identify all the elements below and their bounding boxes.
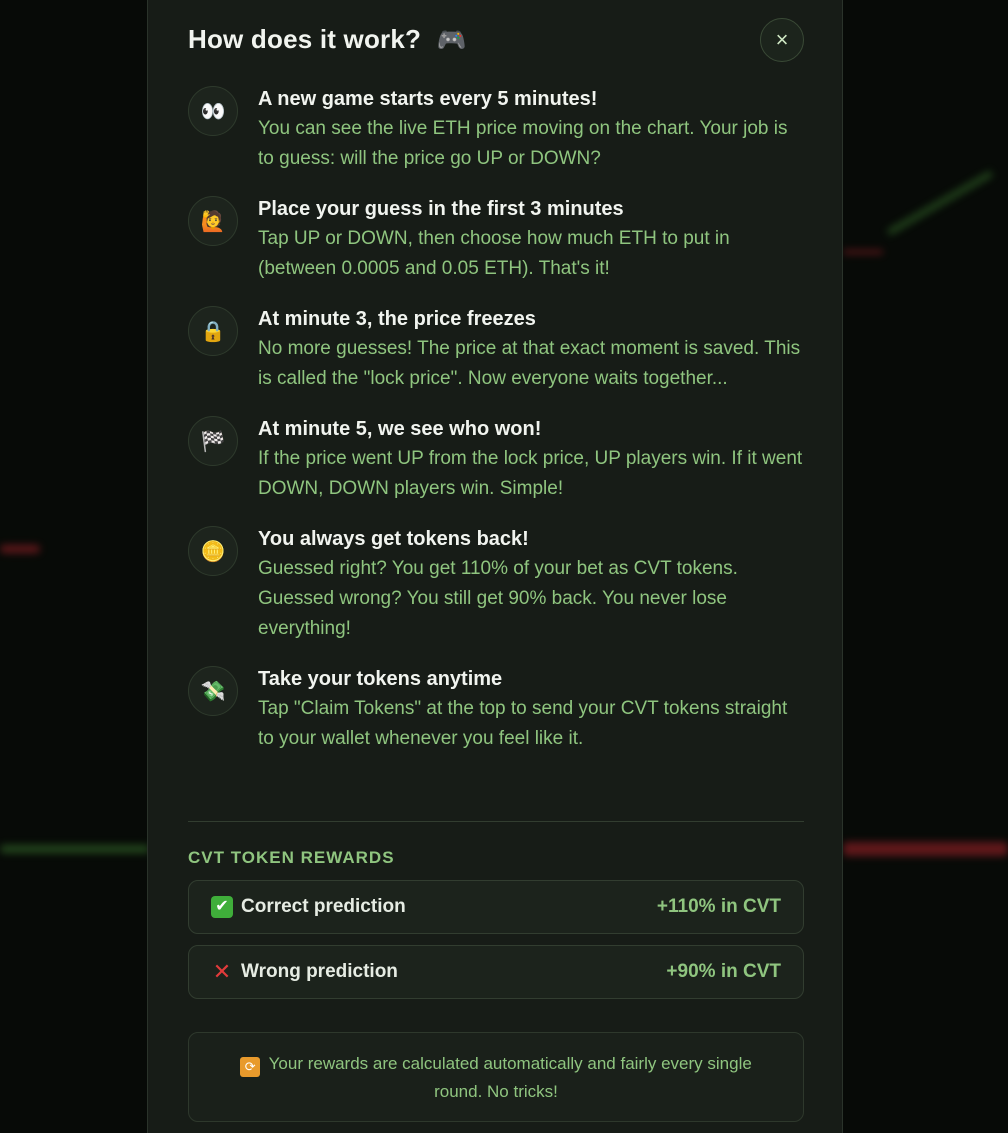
cross-mark-icon: ✕ bbox=[212, 959, 232, 984]
step-item: 👀 A new game starts every 5 minutes! You… bbox=[188, 86, 804, 174]
lock-icon: 🔒 bbox=[188, 306, 238, 356]
step-body: Take your tokens anytime Tap "Claim Toke… bbox=[258, 666, 804, 754]
step-item: 💸 Take your tokens anytime Tap "Claim To… bbox=[188, 666, 804, 754]
step-body: You always get tokens back! Guessed righ… bbox=[258, 526, 804, 644]
step-item: 🔒 At minute 3, the price freezes No more… bbox=[188, 306, 804, 394]
reward-value: +110% in CVT bbox=[656, 896, 781, 917]
rewards-heading: CVT TOKEN REWARDS bbox=[188, 848, 395, 867]
step-body: A new game starts every 5 minutes! You c… bbox=[258, 86, 804, 174]
step-text: No more guesses! The price at that exact… bbox=[258, 338, 801, 389]
step-text: Guessed right? You get 110% of your bet … bbox=[258, 558, 738, 639]
raising-hand-icon: 🙋 bbox=[188, 196, 238, 246]
close-icon: × bbox=[775, 27, 789, 52]
checkered-flag-icon: 🏁 bbox=[188, 416, 238, 466]
reward-label: ✔ Correct prediction bbox=[211, 896, 406, 918]
how-it-works-modal: How does it work? 🎮 × 👀 A new game start… bbox=[147, 0, 843, 1133]
step-item: 🏁 At minute 5, we see who won! If the pr… bbox=[188, 416, 804, 504]
reward-value: +90% in CVT bbox=[666, 961, 781, 982]
background-chart-curve bbox=[886, 170, 994, 236]
step-title: A new game starts every 5 minutes! bbox=[258, 88, 598, 110]
step-text: You can see the live ETH price moving on… bbox=[258, 118, 788, 169]
fairness-note: ⟳ Your rewards are calculated automatica… bbox=[188, 1032, 804, 1122]
step-title: You always get tokens back! bbox=[258, 528, 529, 550]
steps-list: 👀 A new game starts every 5 minutes! You… bbox=[188, 86, 804, 776]
step-text: Tap "Claim Tokens" at the top to send yo… bbox=[258, 698, 788, 749]
step-body: Place your guess in the first 3 minutes … bbox=[258, 196, 804, 284]
background-chart-line-red bbox=[843, 842, 1008, 856]
modal-title: How does it work? 🎮 bbox=[188, 24, 467, 55]
step-item: 🪙 You always get tokens back! Guessed ri… bbox=[188, 526, 804, 644]
step-text: Tap UP or DOWN, then choose how much ETH… bbox=[258, 228, 730, 279]
step-title: At minute 3, the price freezes bbox=[258, 308, 536, 330]
step-body: At minute 5, we see who won! If the pric… bbox=[258, 416, 804, 504]
modal-header: How does it work? 🎮 × bbox=[188, 18, 804, 62]
check-mark-icon: ✔ bbox=[211, 896, 233, 918]
step-item: 🙋 Place your guess in the first 3 minute… bbox=[188, 196, 804, 284]
money-with-wings-icon: 💸 bbox=[188, 666, 238, 716]
background-chart-line bbox=[0, 845, 150, 853]
section-divider bbox=[188, 821, 804, 822]
step-title: Place your guess in the first 3 minutes bbox=[258, 198, 624, 220]
step-title: Take your tokens anytime bbox=[258, 668, 503, 690]
modal-title-text: How does it work? bbox=[188, 24, 422, 54]
reward-label: ✕ Wrong prediction bbox=[211, 959, 398, 985]
background-chart-level bbox=[843, 250, 883, 254]
reward-row-correct: ✔ Correct prediction +110% in CVT bbox=[188, 880, 804, 934]
close-button[interactable]: × bbox=[760, 18, 804, 62]
eyes-icon: 👀 bbox=[188, 86, 238, 136]
step-text: If the price went UP from the lock price… bbox=[258, 448, 803, 499]
reward-label-text: Correct prediction bbox=[241, 896, 406, 917]
repeat-icon: ⟳ bbox=[240, 1057, 261, 1077]
coin-icon: 🪙 bbox=[188, 526, 238, 576]
step-body: At minute 3, the price freezes No more g… bbox=[258, 306, 804, 394]
fairness-note-text: Your rewards are calculated automaticall… bbox=[268, 1054, 752, 1101]
game-controller-icon: 🎮 bbox=[436, 27, 467, 54]
background-price-marker bbox=[0, 545, 40, 553]
step-title: At minute 5, we see who won! bbox=[258, 418, 542, 440]
reward-label-text: Wrong prediction bbox=[241, 961, 398, 982]
reward-row-wrong: ✕ Wrong prediction +90% in CVT bbox=[188, 945, 804, 999]
